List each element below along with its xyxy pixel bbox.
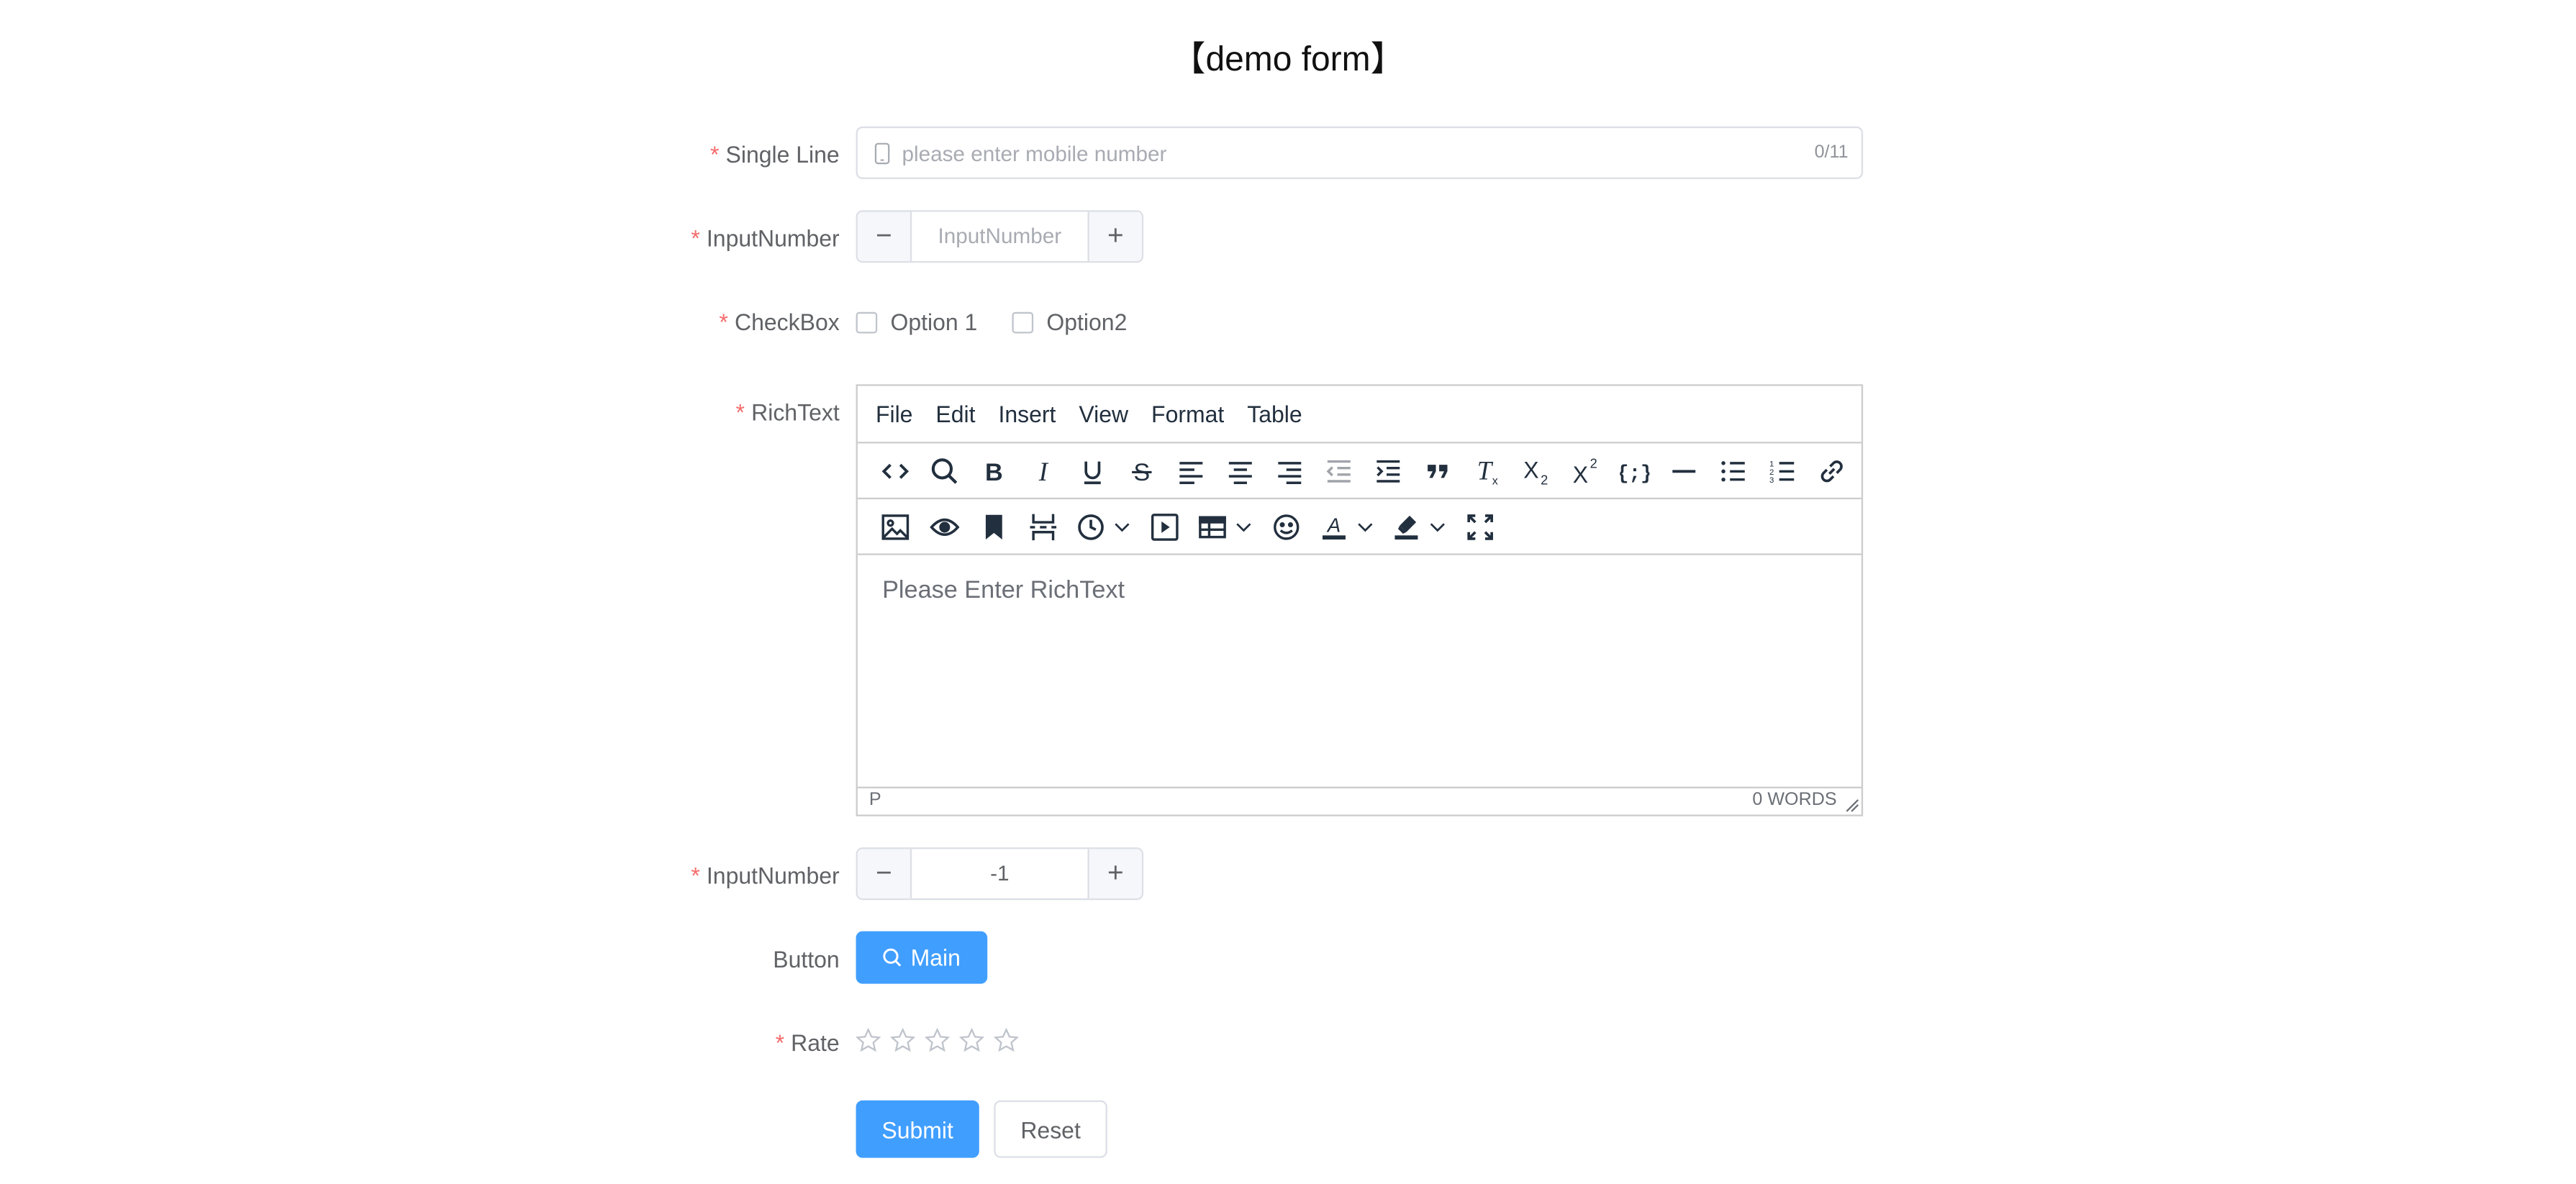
input-number-stepper-2[interactable]: − -1 + — [856, 847, 1144, 901]
text-color-icon[interactable]: A — [1311, 504, 1383, 550]
richtext-label: * RichText — [735, 399, 840, 426]
search-icon[interactable] — [920, 447, 969, 493]
menu-table[interactable]: Table — [1247, 401, 1302, 427]
fullscreen-icon[interactable] — [1456, 504, 1505, 550]
button-field-label: Button — [773, 946, 840, 973]
star-icon[interactable] — [890, 1028, 915, 1052]
menu-format[interactable]: Format — [1151, 401, 1224, 427]
bold-icon[interactable]: B — [969, 447, 1018, 493]
rate-stars[interactable] — [856, 1028, 1019, 1052]
resize-handle-icon[interactable] — [1845, 798, 1860, 814]
underline-icon[interactable] — [1068, 447, 1117, 493]
chevron-down-icon[interactable] — [1356, 518, 1375, 534]
word-count[interactable]: 0 WORDS — [1752, 790, 1836, 809]
media-icon[interactable] — [1140, 504, 1189, 550]
editor-statusbar: P 0 WORDS — [857, 786, 1861, 815]
svg-text:2: 2 — [1769, 468, 1774, 476]
code-icon[interactable] — [871, 447, 920, 493]
superscript-icon[interactable]: X2 — [1561, 447, 1610, 493]
menu-view[interactable]: View — [1079, 401, 1128, 427]
submit-button[interactable]: Submit — [856, 1100, 979, 1158]
decrease-button[interactable]: − — [857, 211, 912, 262]
demo-form-page: 【demo form】 * Single Line please enter mo… — [0, 0, 2576, 1183]
svg-text:1: 1 — [1769, 459, 1774, 468]
checkbox-box[interactable] — [1012, 311, 1034, 333]
italic-icon[interactable]: I — [1019, 447, 1068, 493]
richtext-content-placeholder[interactable]: Please Enter RichText — [882, 576, 1125, 604]
main-button-label: Main — [910, 944, 961, 971]
star-icon[interactable] — [959, 1028, 984, 1052]
chevron-down-icon[interactable] — [1428, 518, 1447, 534]
align-right-icon[interactable] — [1265, 447, 1314, 493]
code-sample-icon[interactable]: {;} — [1610, 447, 1659, 493]
highlight-icon[interactable] — [1383, 504, 1455, 550]
image-icon[interactable] — [871, 504, 920, 550]
page-break-icon[interactable] — [1019, 504, 1068, 550]
insert-time-icon[interactable] — [1068, 504, 1140, 550]
chevron-down-icon[interactable] — [1112, 518, 1132, 534]
align-left-icon[interactable] — [1166, 447, 1215, 493]
checkbox-option-2[interactable]: Option2 — [1012, 309, 1127, 335]
menu-insert[interactable]: Insert — [998, 401, 1056, 427]
input-number-label-2: * InputNumber — [691, 862, 840, 889]
bullet-list-icon[interactable] — [1709, 447, 1758, 493]
link-icon[interactable] — [1808, 447, 1856, 493]
element-path[interactable]: P — [869, 790, 881, 809]
checkbox-label: * CheckBox — [719, 309, 840, 335]
search-icon — [884, 948, 902, 967]
blockquote-icon[interactable] — [1413, 447, 1462, 493]
svg-text:X: X — [1523, 456, 1538, 482]
menu-edit[interactable]: Edit — [935, 401, 975, 427]
star-icon[interactable] — [856, 1028, 881, 1052]
editor-toolbar-row-2: A — [857, 499, 1861, 555]
svg-text:T: T — [1477, 456, 1494, 485]
menu-file[interactable]: File — [876, 401, 913, 427]
increase-button[interactable]: + — [1087, 211, 1142, 262]
input-number-label: * InputNumber — [691, 224, 840, 252]
mobile-icon — [874, 142, 890, 165]
main-button[interactable]: Main — [856, 931, 988, 984]
remove-format-icon[interactable]: Tx — [1462, 447, 1511, 493]
single-line-input[interactable]: please enter mobile number 0/11 — [856, 126, 1864, 179]
emoticons-icon[interactable] — [1261, 504, 1310, 550]
numbered-list-icon[interactable]: 123 — [1758, 447, 1807, 493]
svg-text:X: X — [1573, 461, 1588, 486]
input-number-field[interactable]: InputNumber — [912, 212, 1087, 261]
star-icon[interactable] — [994, 1028, 1019, 1052]
bookmark-icon[interactable] — [969, 504, 1018, 550]
single-line-placeholder: please enter mobile number — [902, 141, 1167, 166]
increase-button[interactable]: + — [1087, 849, 1142, 898]
svg-text:B: B — [985, 458, 1003, 486]
svg-text:x: x — [1492, 474, 1498, 485]
single-line-label: * Single Line — [709, 141, 840, 168]
reset-button[interactable]: Reset — [994, 1100, 1107, 1158]
svg-text:A: A — [1326, 514, 1341, 536]
char-counter: 0/11 — [1814, 142, 1849, 163]
indent-icon[interactable] — [1364, 447, 1412, 493]
star-icon[interactable] — [925, 1028, 950, 1052]
form-title: 【demo form】 — [1171, 41, 1405, 79]
subscript-icon[interactable]: X2 — [1512, 447, 1561, 493]
svg-text:2: 2 — [1590, 456, 1597, 470]
input-number-stepper[interactable]: − InputNumber + — [856, 210, 1144, 263]
checkbox-option-1[interactable]: Option 1 — [856, 309, 977, 335]
horizontal-rule-icon[interactable] — [1659, 447, 1708, 493]
svg-text:3: 3 — [1769, 475, 1774, 484]
table-icon[interactable] — [1189, 504, 1261, 550]
editor-menubar: File Edit Insert View Format Table — [857, 386, 1861, 444]
outdent-icon[interactable] — [1315, 447, 1364, 493]
rate-label: * Rate — [775, 1029, 840, 1057]
strikethrough-icon[interactable]: S — [1117, 447, 1166, 493]
decrease-button[interactable]: − — [857, 849, 912, 898]
editor-toolbar-row-1: B I S Tx X2 X2 {;} 123 — [857, 443, 1861, 500]
richtext-editor[interactable]: File Edit Insert View Format Table B I S… — [856, 384, 1864, 816]
svg-text:{;}: {;} — [1620, 462, 1649, 484]
svg-text:I: I — [1038, 456, 1049, 486]
preview-icon[interactable] — [920, 504, 969, 550]
svg-text:2: 2 — [1541, 471, 1548, 485]
align-center-icon[interactable] — [1216, 447, 1265, 493]
input-number-field-2[interactable]: -1 — [912, 849, 1087, 898]
chevron-down-icon[interactable] — [1234, 518, 1253, 534]
checkbox-box[interactable] — [856, 311, 878, 333]
